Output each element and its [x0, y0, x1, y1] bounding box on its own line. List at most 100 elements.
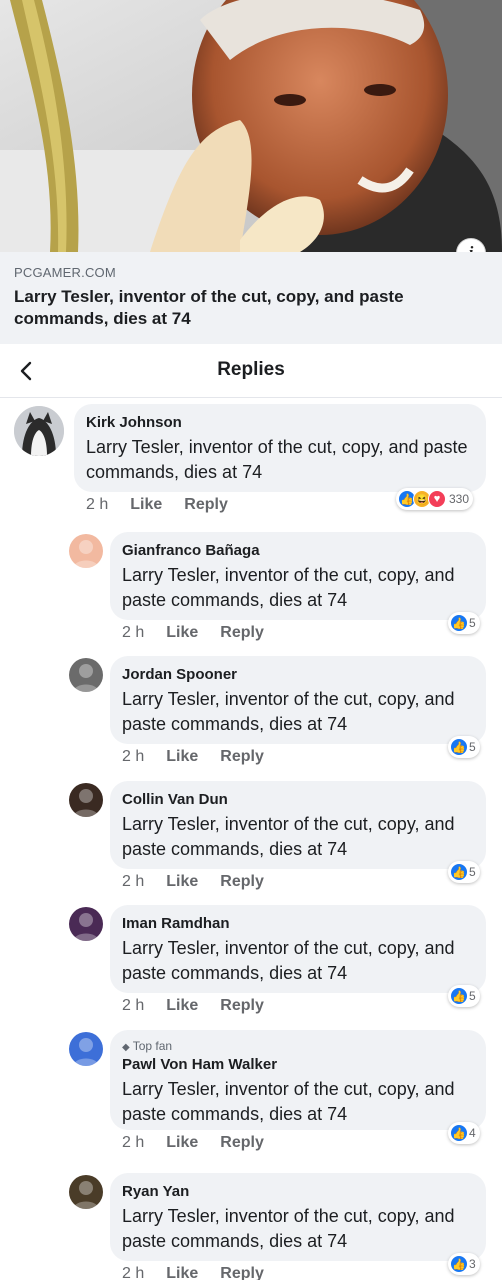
profile-photo [73, 1181, 99, 1209]
badge-label: Top fan [132, 1039, 173, 1053]
comment-time[interactable]: 2 h [122, 873, 144, 891]
link-domain: PCGAMER.COM [14, 265, 116, 280]
reaction-count: 5 [469, 616, 476, 630]
comment-actions: 2 h Like Reply [122, 1265, 264, 1280]
article-image[interactable] [0, 0, 502, 252]
reply-comment: Ryan Yan Larry Tesler, inventor of the c… [0, 1173, 502, 1280]
reply-comment: Collin Van Dun Larry Tesler, inventor of… [0, 781, 502, 905]
comment-actions: 2 h Like Reply [122, 997, 264, 1015]
reply-button[interactable]: Reply [220, 624, 264, 642]
like-button[interactable]: Like [166, 1134, 198, 1152]
comment-text: Larry Tesler, inventor of the cut, copy,… [122, 1079, 455, 1124]
heart-icon: ♥ [428, 490, 446, 508]
comment-bubble[interactable]: Kirk Johnson Larry Tesler, inventor of t… [74, 404, 486, 492]
avatar[interactable] [69, 658, 103, 692]
reaction-summary[interactable]: 👍 4 [448, 1122, 480, 1144]
like-button[interactable]: Like [166, 873, 198, 891]
reaction-count: 5 [469, 865, 476, 879]
thumbs-up-icon: 👍 [450, 738, 468, 756]
reply-button[interactable]: Reply [220, 873, 264, 891]
comment-time[interactable]: 2 h [122, 997, 144, 1015]
thumbs-up-icon: 👍 [450, 863, 468, 881]
portrait-photo [0, 0, 502, 252]
comment-bubble[interactable]: Iman Ramdhan Larry Tesler, inventor of t… [110, 905, 486, 993]
comment-actions: 2 h Like Reply [122, 748, 264, 766]
comment-time[interactable]: 2 h [86, 496, 108, 514]
replies-header: Replies [0, 344, 502, 398]
comment-actions: 2 h Like Reply [122, 624, 264, 642]
avatar[interactable] [69, 1175, 103, 1209]
comment-text: Larry Tesler, inventor of the cut, copy,… [122, 938, 455, 983]
comment-bubble[interactable]: Ryan Yan Larry Tesler, inventor of the c… [110, 1173, 486, 1261]
avatar[interactable] [69, 907, 103, 941]
like-button[interactable]: Like [166, 1265, 198, 1280]
reaction-count: 3 [469, 1257, 476, 1271]
comment-text: Larry Tesler, inventor of the cut, copy,… [122, 814, 455, 859]
comment-text: Larry Tesler, inventor of the cut, copy,… [122, 1206, 455, 1251]
profile-photo [73, 789, 99, 817]
reaction-count: 330 [449, 492, 470, 506]
reaction-summary[interactable]: 👍 3 [448, 1253, 480, 1275]
profile-photo [73, 664, 99, 692]
reply-comment: ◆ Top fan Pawl Von Ham Walker Larry Tesle… [0, 1030, 502, 1166]
reaction-count: 5 [469, 989, 476, 1003]
comment-author[interactable]: Iman Ramdhan [122, 914, 474, 933]
reaction-summary[interactable]: 👍 5 [448, 736, 480, 758]
reply-comment: Iman Ramdhan Larry Tesler, inventor of t… [0, 905, 502, 1029]
comment-time[interactable]: 2 h [122, 1134, 144, 1152]
like-button[interactable]: Like [166, 997, 198, 1015]
comment-time[interactable]: 2 h [122, 1265, 144, 1280]
reaction-count: 4 [469, 1126, 476, 1140]
like-button[interactable]: Like [166, 624, 198, 642]
comment-author[interactable]: Ryan Yan [122, 1182, 474, 1201]
reply-comment: Jordan Spooner Larry Tesler, inventor of… [0, 656, 502, 780]
reply-button[interactable]: Reply [220, 748, 264, 766]
comment-author[interactable]: Pawl Von Ham Walker [122, 1055, 474, 1074]
thumbs-up-icon: 👍 [450, 614, 468, 632]
comment-time[interactable]: 2 h [122, 624, 144, 642]
comment-bubble[interactable]: Collin Van Dun Larry Tesler, inventor of… [110, 781, 486, 869]
profile-photo [73, 913, 99, 941]
page-title: Replies [217, 359, 285, 380]
comment-bubble[interactable]: ◆ Top fan Pawl Von Ham Walker Larry Tesle… [110, 1030, 486, 1130]
diamond-icon: ◆ [122, 1042, 130, 1053]
comment-actions: 2 h Like Reply [122, 873, 264, 891]
reaction-summary[interactable]: 👍 😆 ♥ 330 [396, 488, 474, 510]
reaction-summary[interactable]: 👍 5 [448, 985, 480, 1007]
comment-author[interactable]: Collin Van Dun [122, 790, 474, 809]
comment-author[interactable]: Kirk Johnson [86, 413, 474, 432]
avatar[interactable] [69, 783, 103, 817]
comment-text: Larry Tesler, inventor of the cut, copy,… [122, 565, 455, 610]
comment-text: Larry Tesler, inventor of the cut, copy,… [86, 437, 468, 482]
profile-photo [73, 540, 99, 568]
comment-actions: 2 h Like Reply [86, 496, 228, 514]
link-preview-meta[interactable]: PCGAMER.COM Larry Tesler, inventor of th… [0, 252, 502, 344]
avatar[interactable] [69, 534, 103, 568]
thumbs-up-icon: 👍 [450, 1124, 468, 1142]
reply-comment: Gianfranco Bañaga Larry Tesler, inventor… [0, 532, 502, 656]
thumbs-up-icon: 👍 [450, 1255, 468, 1273]
comment-actions: 2 h Like Reply [122, 1134, 264, 1152]
like-button[interactable]: Like [166, 748, 198, 766]
reply-button[interactable]: Reply [220, 1265, 264, 1280]
reply-button[interactable]: Reply [220, 997, 264, 1015]
comment-author[interactable]: Jordan Spooner [122, 665, 474, 684]
comment-bubble[interactable]: Jordan Spooner Larry Tesler, inventor of… [110, 656, 486, 744]
avatar[interactable] [14, 406, 64, 456]
avatar[interactable] [69, 1032, 103, 1066]
like-button[interactable]: Like [130, 496, 162, 514]
main-comment: Kirk Johnson Larry Tesler, inventor of t… [0, 404, 502, 526]
reply-button[interactable]: Reply [220, 1134, 264, 1152]
comment-author[interactable]: Gianfranco Bañaga [122, 541, 474, 560]
link-title[interactable]: Larry Tesler, inventor of the cut, copy,… [14, 286, 488, 330]
comment-bubble[interactable]: Gianfranco Bañaga Larry Tesler, inventor… [110, 532, 486, 620]
comment-time[interactable]: 2 h [122, 748, 144, 766]
thumbs-up-icon: 👍 [450, 987, 468, 1005]
top-fan-badge: ◆ Top fan [122, 1039, 474, 1055]
reaction-summary[interactable]: 👍 5 [448, 612, 480, 634]
reaction-summary[interactable]: 👍 5 [448, 861, 480, 883]
reaction-count: 5 [469, 740, 476, 754]
profile-photo [73, 1038, 99, 1066]
reply-button[interactable]: Reply [184, 496, 228, 514]
comment-text: Larry Tesler, inventor of the cut, copy,… [122, 689, 455, 734]
